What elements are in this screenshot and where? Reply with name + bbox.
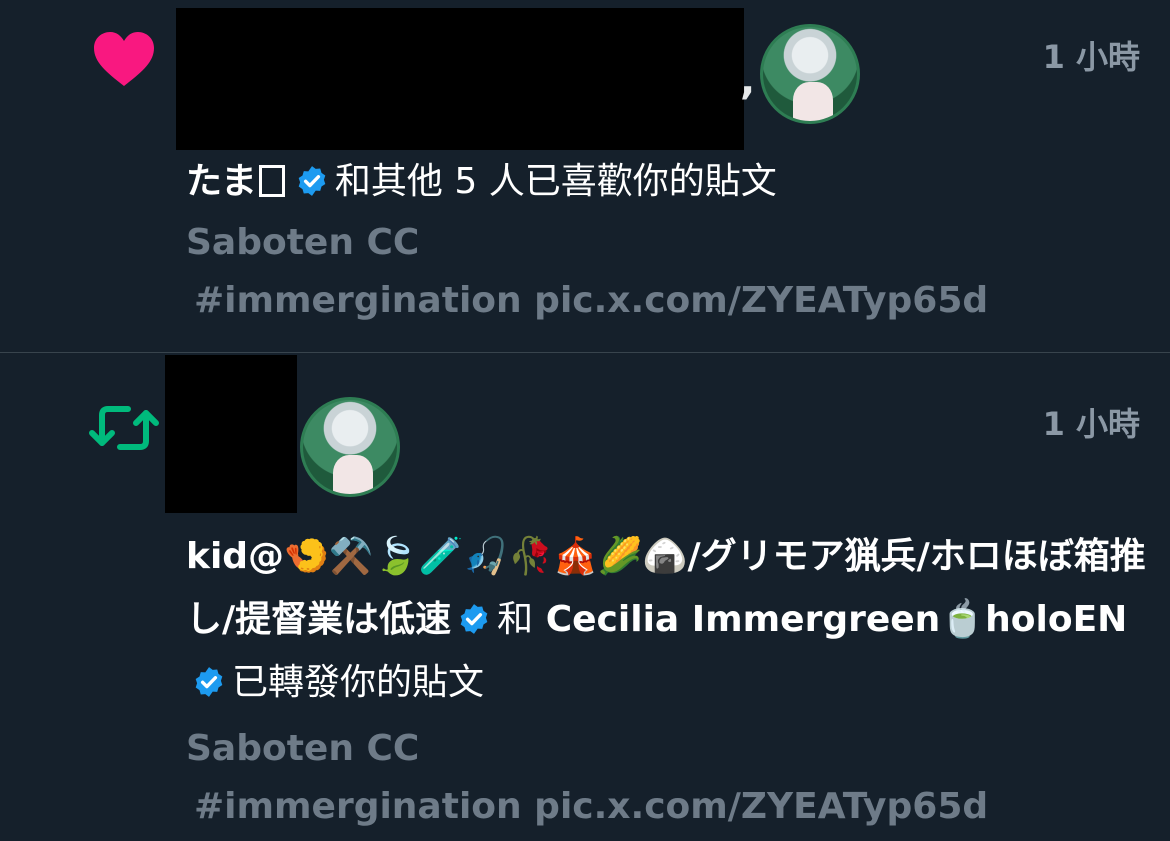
post-author: Saboten CC	[186, 222, 420, 263]
separator: ,	[740, 58, 756, 104]
notification-headline: kid@🍤⚒️🍃🧪🎣🥀🎪🌽🍙/グリモア猟兵/ホロほぼ箱推し/提督業は低速和 Ce…	[186, 525, 1146, 714]
notification-like[interactable]: , 1 小時 たま 和其他 5 人已喜歡你的貼文 Saboten CC #imme…	[0, 0, 1170, 352]
redacted-avatar	[165, 355, 297, 513]
notification-action-text: 已轉發你的貼文	[232, 662, 485, 703]
user-name[interactable]: たま	[186, 161, 257, 202]
verified-badge-icon	[298, 166, 326, 196]
post-text[interactable]: #immergination pic.x.com/ZYEATyp65d	[194, 786, 988, 827]
user-name-2[interactable]: Cecilia Immergreen🍵holoEN	[546, 599, 1128, 640]
verified-badge-icon	[195, 667, 223, 697]
timestamp: 1 小時	[1042, 405, 1140, 443]
tea-emoji: 🍵	[940, 599, 986, 640]
heart-icon	[94, 32, 154, 86]
notification-action-text: 和其他 5 人已喜歡你的貼文	[334, 161, 777, 202]
notification-headline: たま 和其他 5 人已喜歡你的貼文	[186, 150, 1146, 213]
conjunction-text: 和	[497, 599, 534, 640]
verified-badge-icon	[460, 604, 488, 634]
avatar[interactable]	[760, 24, 860, 124]
missing-glyph-icon	[258, 165, 285, 197]
notification-retweet[interactable]: 1 小時 kid@🍤⚒️🍃🧪🎣🥀🎪🌽🍙/グリモア猟兵/ホロほぼ箱推し/提督業は低…	[0, 353, 1170, 841]
timestamp: 1 小時	[1042, 38, 1140, 76]
avatar[interactable]	[300, 397, 400, 497]
redacted-avatars	[176, 8, 744, 150]
post-author: Saboten CC	[186, 728, 420, 769]
name-emojis: 🍤⚒️🍃🧪🎣🥀🎪🌽🍙	[284, 536, 688, 577]
retweet-icon	[89, 406, 159, 450]
post-text[interactable]: #immergination pic.x.com/ZYEATyp65d	[194, 280, 988, 321]
